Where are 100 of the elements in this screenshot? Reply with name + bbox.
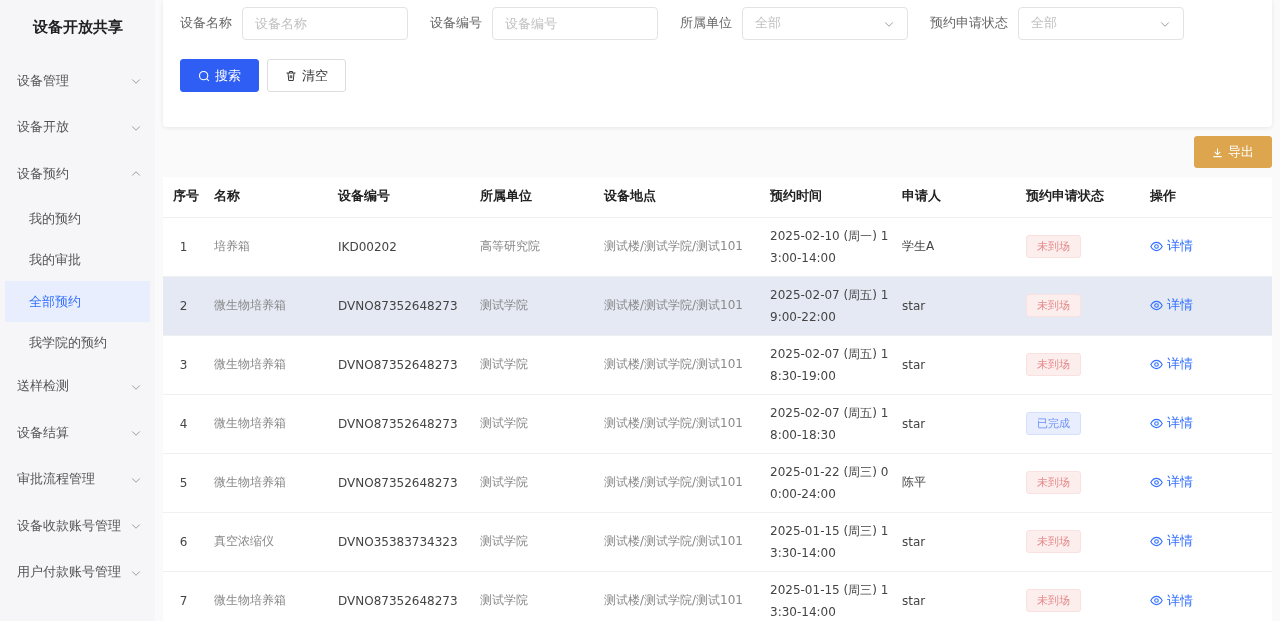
- table-cell: 测试学院: [470, 453, 594, 512]
- menu-item[interactable]: 用户付款账号管理: [5, 549, 150, 596]
- column-header: 预约时间: [760, 177, 892, 217]
- table-cell: 学生A: [892, 217, 1016, 276]
- menu-item[interactable]: 设备结算: [5, 410, 150, 457]
- submenu-item[interactable]: 我的审批: [5, 239, 150, 281]
- table-cell: IKD00202: [328, 217, 470, 276]
- table-cell: star: [892, 335, 1016, 394]
- submenu-item[interactable]: 我的预约: [5, 197, 150, 239]
- field-label: 所属单位: [680, 15, 732, 32]
- details-link[interactable]: 详情: [1150, 237, 1193, 256]
- table-cell: 微生物培养箱: [204, 571, 328, 621]
- details-link[interactable]: 详情: [1150, 296, 1193, 315]
- text-field[interactable]: 设备名称: [242, 7, 408, 40]
- table-cell: 测试楼/测试学院/测试101: [594, 571, 760, 621]
- submenu-item[interactable]: 我学院的预约: [5, 322, 150, 364]
- table-cell: DVNO87352648273: [328, 394, 470, 453]
- table-cell: 测试学院: [470, 276, 594, 335]
- details-link[interactable]: 详情: [1150, 473, 1193, 492]
- eye-icon: [1150, 239, 1163, 253]
- table-cell: 测试学院: [470, 394, 594, 453]
- table-cell: 测试学院: [470, 571, 594, 621]
- table-cell: 2: [163, 276, 204, 335]
- table-row[interactable]: 2 微生物培养箱 DVNO87352648273 测试学院 测试楼/测试学院/测试101 2025-02-07 (周五) 1 9:00-22:00 star 未到场 详情: [163, 276, 1272, 335]
- field-label: 设备编号: [430, 15, 482, 32]
- table-cell: 微生物培养箱: [204, 335, 328, 394]
- table-cell: 2025-01-22 (周三) 0 0:00-24:00: [760, 453, 892, 512]
- table-cell: 2025-02-07 (周五) 1 8:00-18:30: [760, 394, 892, 453]
- table-cell: 真空浓缩仪: [204, 512, 328, 571]
- table-cell: 测试学院: [470, 512, 594, 571]
- table-cell: 6: [163, 512, 204, 571]
- clear-button[interactable]: 清空: [267, 59, 346, 92]
- status-tag: 未到场: [1026, 589, 1081, 613]
- search-icon: [198, 69, 210, 82]
- table-cell: 测试楼/测试学院/测试101: [594, 512, 760, 571]
- details-link[interactable]: 详情: [1150, 591, 1193, 610]
- column-header: 操作: [1140, 177, 1272, 217]
- table-row[interactable]: 4 微生物培养箱 DVNO87352648273 测试学院 测试楼/测试学院/测试101 2025-02-07 (周五) 1 8:00-18:30 star 已完成 详情: [163, 394, 1272, 453]
- eye-icon: [1150, 475, 1163, 489]
- details-link[interactable]: 详情: [1150, 414, 1193, 433]
- table-cell: 测试学院: [470, 335, 594, 394]
- table-cell: 3: [163, 335, 204, 394]
- menu-item[interactable]: 送样检测: [5, 363, 150, 410]
- text-field[interactable]: 设备编号: [492, 7, 658, 40]
- table-cell: 5: [163, 453, 204, 512]
- eye-icon: [1150, 416, 1163, 430]
- column-header: 所属单位: [470, 177, 594, 217]
- table-cell: star: [892, 512, 1016, 571]
- table-cell: 7: [163, 571, 204, 621]
- menu-item[interactable]: 设备管理: [5, 58, 150, 105]
- table-cell: DVNO87352648273: [328, 335, 470, 394]
- table-cell: 高等研究院: [470, 217, 594, 276]
- table-cell: 陈平: [892, 453, 1016, 512]
- table-cell: 微生物培养箱: [204, 453, 328, 512]
- status-tag: 未到场: [1026, 471, 1081, 494]
- details-link[interactable]: 详情: [1150, 355, 1193, 374]
- status-tag: 未到场: [1026, 530, 1081, 553]
- table-cell: 微生物培养箱: [204, 276, 328, 335]
- table-cell: 2025-02-07 (周五) 1 9:00-22:00: [760, 276, 892, 335]
- status-tag: 未到场: [1026, 235, 1081, 258]
- table-cell: 培养箱: [204, 217, 328, 276]
- column-header: 设备编号: [328, 177, 470, 217]
- table-cell: 1: [163, 217, 204, 276]
- submenu-item[interactable]: 全部预约: [5, 280, 150, 322]
- column-header: 申请人: [892, 177, 1016, 217]
- column-header: 预约申请状态: [1016, 177, 1140, 217]
- menu-item[interactable]: 设备预约: [5, 151, 150, 198]
- table-row[interactable]: 7 微生物培养箱 DVNO87352648273 测试学院 测试楼/测试学院/测试101 2025-01-15 (周三) 1 3:30-14:00 star 未到场 详情: [163, 571, 1272, 621]
- table-cell: 4: [163, 394, 204, 453]
- table-cell: 测试楼/测试学院/测试101: [594, 394, 760, 453]
- table-row[interactable]: 5 微生物培养箱 DVNO87352648273 测试学院 测试楼/测试学院/测试101 2025-01-22 (周三) 0 0:00-24:00 陈平 未到场 详情: [163, 453, 1272, 512]
- table-cell: star: [892, 276, 1016, 335]
- search-button[interactable]: 搜索: [180, 59, 259, 92]
- eye-icon: [1150, 534, 1163, 548]
- column-header: 序号: [163, 177, 204, 217]
- table-cell: DVNO35383734323: [328, 512, 470, 571]
- trash-icon: [285, 69, 297, 82]
- menu-item[interactable]: 设备开放: [5, 104, 150, 151]
- column-header: 名称: [204, 177, 328, 217]
- app-title: 设备开放共享: [31, 17, 124, 38]
- table-cell: star: [892, 394, 1016, 453]
- column-header: 设备地点: [594, 177, 760, 217]
- table-cell: DVNO87352648273: [328, 453, 470, 512]
- details-link[interactable]: 详情: [1150, 532, 1193, 551]
- status-tag: 未到场: [1026, 353, 1081, 376]
- table-cell: 测试楼/测试学院/测试101: [594, 217, 760, 276]
- status-tag: 已完成: [1026, 412, 1081, 435]
- table-cell: 2025-02-10 (周一) 1 3:00-14:00: [760, 217, 892, 276]
- table-cell: 2025-01-15 (周三) 1 3:30-14:00: [760, 571, 892, 621]
- menu-item[interactable]: 设备收款账号管理: [5, 503, 150, 550]
- field-label: 设备名称: [180, 15, 232, 32]
- table-row[interactable]: 1 培养箱 IKD00202 高等研究院 测试楼/测试学院/测试101 2025-02-10 (周一) 1 3:00-14:00 学生A 未到场 详情: [163, 217, 1272, 276]
- table-cell: 2025-02-07 (周五) 1 8:30-19:00: [760, 335, 892, 394]
- table-cell: 2025-01-15 (周三) 1 3:30-14:00: [760, 512, 892, 571]
- table-row[interactable]: 3 微生物培养箱 DVNO87352648273 测试学院 测试楼/测试学院/测试101 2025-02-07 (周五) 1 8:30-19:00 star 未到场 详情: [163, 335, 1272, 394]
- download-icon: [1212, 146, 1223, 158]
- menu-item[interactable]: 审批流程管理: [5, 456, 150, 503]
- table-row[interactable]: 6 真空浓缩仪 DVNO35383734323 测试学院 测试楼/测试学院/测试101 2025-01-15 (周三) 1 3:30-14:00 star 未到场 详情: [163, 512, 1272, 571]
- eye-icon: [1150, 357, 1163, 371]
- table-cell: 测试楼/测试学院/测试101: [594, 335, 760, 394]
